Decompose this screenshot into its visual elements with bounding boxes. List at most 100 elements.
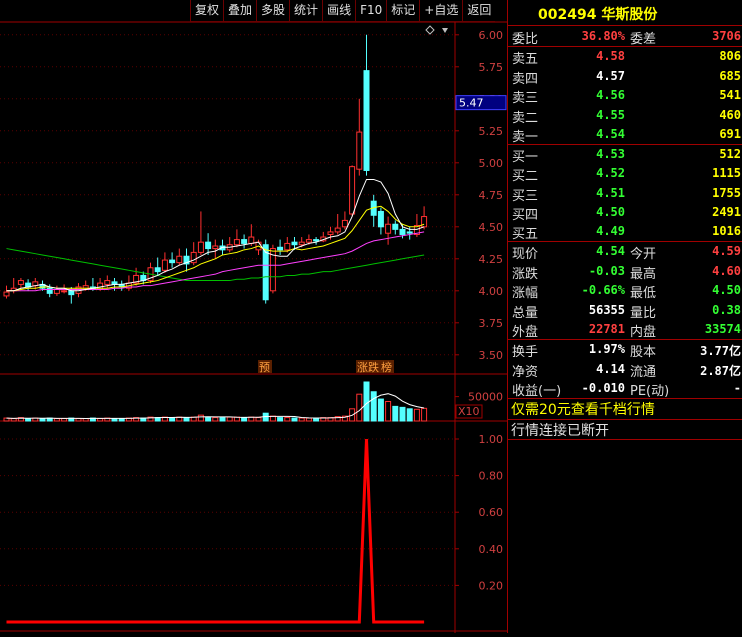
quote-row: 涨跌 -0.03 最高 4.60 — [510, 262, 742, 282]
row-label-2: 最高 — [630, 266, 657, 282]
divider — [508, 439, 742, 440]
row-label-2: 内盘 — [630, 325, 657, 340]
candle-body — [392, 223, 399, 230]
row-label: 买四 — [512, 207, 539, 223]
volume-bar — [169, 417, 176, 422]
marker-label: 榜 — [381, 360, 392, 374]
row-label: 买三 — [512, 188, 539, 204]
toolbar-button-4[interactable]: 画线 — [322, 0, 356, 22]
toolbar-button-5[interactable]: F10 — [355, 0, 387, 22]
volume-bar — [284, 417, 291, 422]
candle-body — [327, 231, 334, 235]
kline-chart-area[interactable]: 6.005.755.505.255.004.754.504.254.003.75… — [0, 0, 507, 637]
row-value-2: 4.59 — [712, 244, 741, 258]
row-value-2: 806 — [719, 49, 741, 63]
candle-body — [284, 242, 291, 251]
row-label-2: 今开 — [630, 247, 657, 262]
row-value-2: 2491 — [712, 204, 741, 219]
volume-bar — [111, 418, 118, 422]
row-value: 1.97% — [588, 342, 625, 356]
bid-row: 买二 4.52 1115 — [510, 164, 742, 184]
volume-bar — [298, 417, 305, 422]
volume-bar — [97, 418, 104, 422]
row-value: 4.50 — [596, 204, 625, 219]
row-label: 卖三 — [512, 91, 539, 106]
row-value: 4.51 — [596, 185, 625, 200]
candle-body — [53, 289, 60, 294]
row-value-2: - — [733, 381, 741, 395]
row-value-2: 460 — [719, 107, 741, 122]
row-value-2: 512 — [719, 147, 741, 161]
candle-body — [68, 290, 75, 296]
candle-body — [241, 239, 248, 244]
candle-body — [161, 259, 168, 271]
toolbar-button-7[interactable]: +自选 — [419, 0, 463, 22]
candle-body — [17, 280, 24, 285]
volume-unit: X10 — [458, 405, 480, 418]
price-tick-label: 4.75 — [479, 189, 504, 202]
toolbar-button-8[interactable]: 返回 — [462, 0, 496, 22]
kline-svg[interactable]: 6.005.755.505.255.004.754.504.254.003.75… — [0, 0, 507, 633]
finance-row: 收益(一) -0.010 PE(动) - — [510, 379, 742, 399]
row-value-2: 691 — [719, 127, 741, 141]
volume-bar — [277, 417, 284, 422]
row-value-2: 0.38 — [712, 302, 741, 317]
bid-row: 买五 4.49 1016 — [510, 222, 742, 242]
row-label: 卖一 — [512, 130, 539, 145]
toolbar-button-2[interactable]: 多股 — [256, 0, 290, 22]
candle-body — [176, 255, 183, 264]
candle-body — [349, 166, 356, 215]
row-label-2: 股本 — [630, 345, 657, 360]
row-label: 现价 — [512, 247, 539, 262]
price-tick-label: 4.50 — [479, 221, 504, 234]
toolbar-button-3[interactable]: 统计 — [289, 0, 323, 22]
row-value-2: 4.50 — [712, 283, 741, 297]
quote-row: 现价 4.54 今开 4.59 — [510, 242, 742, 262]
row-label: 卖四 — [512, 71, 539, 87]
candle-body — [385, 223, 392, 234]
volume-bar — [406, 408, 413, 422]
toolbar-button-0[interactable]: 复权 — [190, 0, 224, 22]
candle-body — [233, 239, 240, 246]
row-label: 买二 — [512, 169, 539, 185]
volume-bar — [219, 417, 226, 422]
candle-body — [169, 259, 176, 264]
row-value: 4.54 — [596, 244, 625, 258]
indicator-tick-label: 0.80 — [479, 470, 504, 483]
ask-row: 卖一 4.54 691 — [510, 125, 742, 145]
candle-body — [46, 287, 53, 294]
volume-bar — [226, 416, 233, 422]
toolbar-button-1[interactable]: 叠加 — [223, 0, 257, 22]
indicator-tick-label: 0.60 — [479, 506, 504, 519]
toolbar-button-6[interactable]: 标记 — [386, 0, 420, 22]
row-label: 涨跌 — [512, 266, 539, 282]
row-label: 总量 — [512, 305, 539, 321]
row-value-2: 2.87亿 — [700, 363, 741, 378]
row-label: 净资 — [512, 364, 539, 380]
volume-bar — [385, 401, 392, 422]
ask-row: 卖二 4.55 460 — [510, 106, 742, 126]
candle-body — [363, 70, 370, 171]
stock-code: 002494 — [538, 7, 597, 23]
indicator-line — [6, 438, 425, 624]
notice-upgrade[interactable]: 仅需20元查看千档行情 — [511, 399, 742, 419]
quote-row: 涨幅 -0.66% 最低 4.50 — [510, 281, 742, 301]
candle-body — [305, 239, 312, 243]
volume-bar — [241, 417, 248, 422]
volume-bar — [413, 408, 420, 422]
row-label-2: 量比 — [630, 305, 657, 321]
candle-body — [334, 227, 341, 233]
candle-body — [104, 280, 111, 285]
indicator-tick-label: 0.20 — [479, 579, 504, 592]
row-value: 4.58 — [596, 49, 625, 63]
row-label: 换手 — [512, 345, 539, 360]
toolbar: 复权 叠加 多股 统计 画线 F10 标记 +自选 返回 — [190, 0, 507, 22]
price-tick-label: 4.00 — [479, 285, 504, 298]
volume-bar — [25, 418, 32, 422]
quote-row: 总量 56355 量比 0.38 — [510, 301, 742, 321]
row-value: -0.010 — [581, 381, 625, 395]
bid-row: 买四 4.50 2491 — [510, 203, 742, 223]
candle-body — [248, 236, 255, 244]
current-price-text: 5.47 — [459, 97, 484, 110]
volume-bar — [421, 407, 428, 422]
